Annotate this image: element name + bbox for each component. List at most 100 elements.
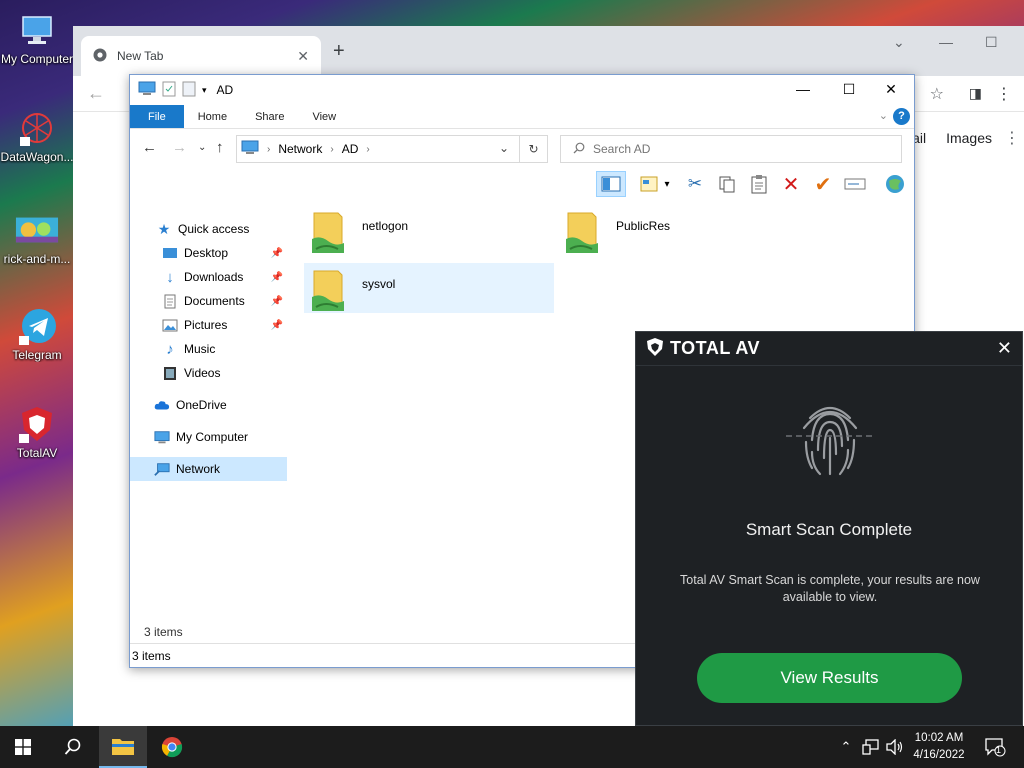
search-icon[interactable] — [50, 726, 96, 768]
desktop-icon-totalav[interactable]: TotalAV — [0, 404, 74, 460]
tab-share[interactable]: Share — [241, 105, 298, 128]
new-tab-button[interactable]: + — [333, 40, 345, 63]
nav-desktop[interactable]: Desktop 📌 — [130, 241, 287, 265]
desktop: My Computer DataWagon... rick-and-m... T… — [0, 0, 74, 726]
new-folder-icon[interactable] — [182, 81, 196, 100]
start-button[interactable] — [0, 726, 46, 768]
breadcrumb-ad[interactable]: AD — [342, 142, 359, 156]
rename-icon[interactable] — [842, 171, 868, 197]
close-icon[interactable]: ✕ — [997, 338, 1012, 359]
pin-icon: 📌 — [270, 319, 283, 331]
tab-home[interactable]: Home — [184, 105, 241, 128]
nav-quick-access[interactable]: ★ Quick access — [130, 217, 287, 241]
nav-label: Network — [176, 462, 221, 476]
datawagon-icon — [15, 108, 59, 148]
desktop-icon-telegram[interactable]: Telegram — [0, 306, 74, 362]
breadcrumb-chevron-icon: › — [267, 143, 271, 155]
minimize-button[interactable]: — — [788, 81, 818, 97]
breadcrumb-chevron-icon: › — [366, 143, 370, 155]
cut-icon[interactable]: ✂ — [682, 171, 708, 197]
globe-icon[interactable] — [882, 171, 908, 197]
notifications-icon[interactable]: 1 — [980, 726, 1010, 768]
properties-icon[interactable] — [636, 171, 662, 197]
properties-icon[interactable] — [162, 81, 176, 100]
volume-icon[interactable] — [884, 726, 906, 768]
delete-icon[interactable]: ✕ — [778, 171, 804, 197]
chevron-down-icon[interactable]: ⌄ — [893, 34, 905, 51]
computer-icon — [241, 140, 259, 158]
desktop-icon-label: My Computer — [0, 52, 74, 66]
taskbar: ⌃ 10:02 AM 4/16/2022 1 — [0, 726, 1024, 768]
up-arrow-icon[interactable]: ↑ — [216, 139, 224, 156]
search-box[interactable] — [560, 135, 902, 163]
tab-file[interactable]: File — [130, 105, 184, 128]
apps-grid-icon[interactable]: ⋮ — [1004, 128, 1020, 148]
refresh-icon[interactable]: ↻ — [519, 136, 547, 162]
chrome-tab-strip: New Tab ✕ + ⌄ — ☐ — [73, 26, 1024, 76]
desktop-icon-datawagon[interactable]: DataWagon... — [0, 108, 74, 164]
recent-locations-icon[interactable]: ⌄ — [198, 142, 206, 153]
forward-arrow-icon[interactable]: → — [172, 139, 187, 156]
scan-complete-title: Smart Scan Complete — [745, 520, 913, 539]
nav-videos[interactable]: Videos — [130, 361, 287, 385]
maximize-button[interactable]: ☐ — [985, 34, 998, 51]
desktop-icon-rick-and-morty[interactable]: rick-and-m... — [0, 210, 74, 266]
maximize-button[interactable]: ☐ — [834, 81, 864, 98]
explorer-titlebar: ▾ AD — ☐ ✕ — [130, 75, 914, 105]
music-icon: ♪ — [166, 340, 174, 358]
paste-icon[interactable] — [746, 171, 772, 197]
star-icon[interactable]: ☆ — [930, 84, 944, 104]
clock[interactable]: 10:02 AM 4/16/2022 — [906, 730, 972, 764]
nav-onedrive[interactable]: OneDrive — [130, 393, 287, 417]
copy-icon[interactable] — [714, 171, 740, 197]
desktop-icon-my-computer[interactable]: My Computer — [0, 10, 74, 66]
help-icon[interactable]: ? — [893, 108, 910, 125]
totalav-popup: TOTAL AV ✕ Smart Scan Complete Total AV … — [635, 331, 1023, 726]
pictures-icon — [162, 317, 178, 333]
file-item-publicres[interactable]: PublicRes — [558, 205, 808, 255]
fingerprint-icon — [782, 388, 878, 484]
show-hidden-icons-icon[interactable]: ⌃ — [836, 726, 856, 768]
nav-music[interactable]: ♪ Music — [130, 337, 287, 361]
customize-dropdown-icon[interactable]: ▾ — [202, 85, 207, 96]
file-item-netlogon[interactable]: netlogon — [304, 205, 554, 255]
clock-date: 4/16/2022 — [913, 749, 965, 761]
close-button[interactable]: ✕ — [876, 81, 906, 98]
nav-my-computer[interactable]: My Computer — [130, 425, 287, 449]
network-icon[interactable] — [860, 726, 882, 768]
chrome-icon — [93, 48, 107, 65]
close-icon[interactable]: ✕ — [297, 48, 309, 65]
nav-documents[interactable]: Documents 📌 — [130, 289, 287, 313]
address-dropdown-icon[interactable]: ⌄ — [499, 141, 509, 155]
address-bar[interactable]: › Network › AD › ⌄ ↻ — [236, 135, 548, 163]
nav-network[interactable]: Network — [130, 457, 287, 481]
nav-downloads[interactable]: ↓ Downloads 📌 — [130, 265, 287, 289]
totalav-shield-icon — [646, 337, 664, 360]
nav-pictures[interactable]: Pictures 📌 — [130, 313, 287, 337]
back-arrow-icon[interactable]: ← — [87, 83, 105, 104]
rename-check-icon[interactable]: ✔ — [810, 171, 836, 197]
breadcrumb-network[interactable]: Network — [278, 142, 322, 156]
file-explorer-taskbar-button[interactable] — [99, 726, 147, 768]
navigation-pane: ★ Quick access Desktop 📌 ↓ Downloads 📌 D… — [130, 215, 290, 645]
chevron-down-icon[interactable]: ▾ — [660, 171, 674, 197]
nav-label: My Computer — [176, 430, 249, 444]
tab-view[interactable]: View — [298, 105, 350, 128]
image-file-icon — [15, 210, 59, 250]
more-menu-icon[interactable]: ⋮ — [996, 84, 1012, 104]
expand-ribbon-icon[interactable]: ⌄ — [879, 109, 888, 122]
side-panel-icon[interactable]: ◨ — [969, 85, 982, 102]
minimize-button[interactable]: — — [939, 34, 953, 50]
breadcrumb-chevron-icon: › — [330, 143, 334, 155]
file-item-sysvol[interactable]: sysvol — [304, 263, 554, 313]
preview-pane-icon[interactable] — [596, 171, 626, 197]
search-input[interactable] — [593, 142, 873, 156]
back-arrow-icon[interactable]: ← — [142, 139, 157, 156]
view-results-button[interactable]: View Results — [697, 653, 962, 703]
nav-label: Desktop — [184, 246, 229, 260]
address-row: ← → ⌄ ↑ › Network › AD › ⌄ ↻ — [130, 129, 914, 169]
pin-icon: 📌 — [270, 271, 283, 283]
chrome-taskbar-button[interactable] — [149, 726, 195, 768]
chrome-tab-new-tab[interactable]: New Tab ✕ — [81, 36, 321, 76]
images-link[interactable]: Images — [946, 130, 992, 146]
